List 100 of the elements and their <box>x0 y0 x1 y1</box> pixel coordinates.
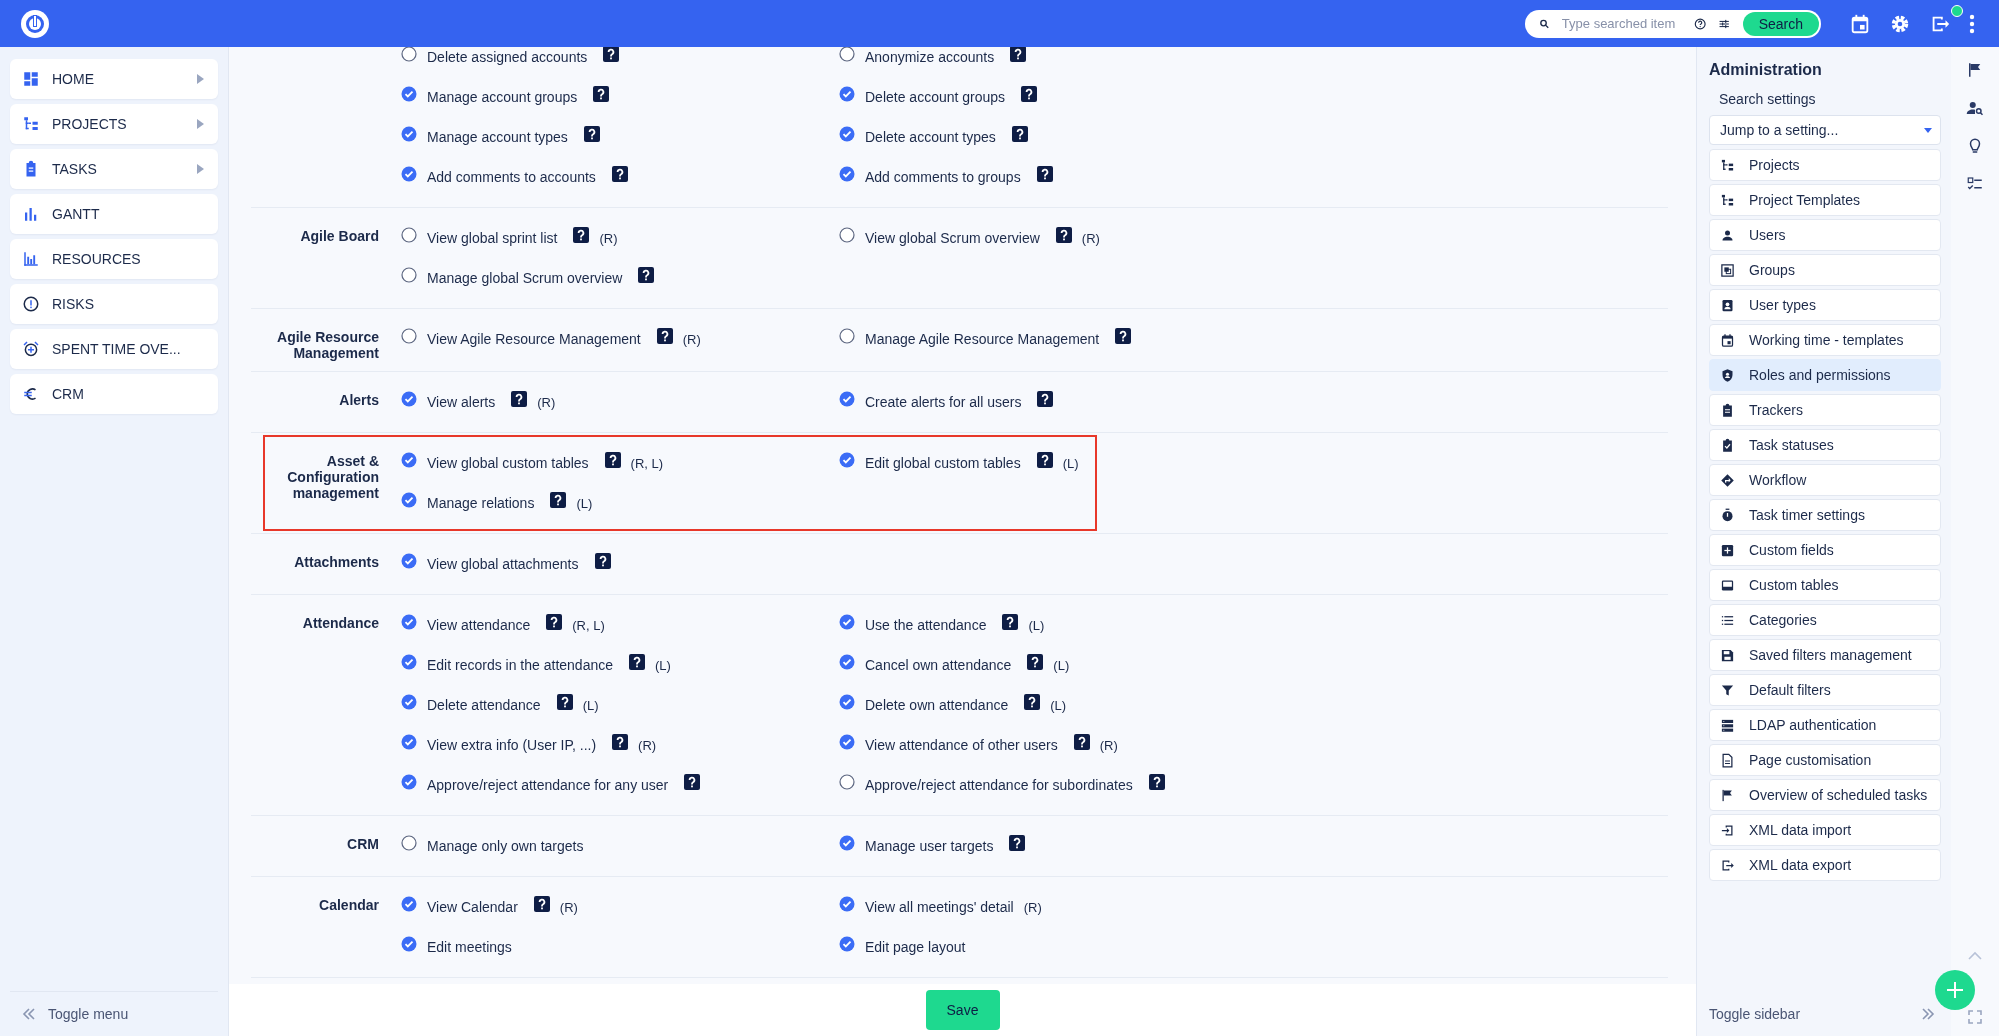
help-icon[interactable] <box>1027 654 1044 670</box>
settings-item[interactable]: Custom fields <box>1709 534 1941 566</box>
checkbox[interactable] <box>401 896 417 912</box>
help-icon[interactable] <box>583 126 600 142</box>
help-icon[interactable] <box>1002 614 1019 630</box>
checkbox[interactable] <box>839 734 855 750</box>
settings-item[interactable]: Project Templates <box>1709 184 1941 216</box>
checkbox[interactable] <box>839 694 855 710</box>
settings-item[interactable]: Workflow <box>1709 464 1941 496</box>
checkbox[interactable] <box>401 47 417 62</box>
settings-item[interactable]: Projects <box>1709 149 1941 181</box>
search-field[interactable]: Type searched item Search <box>1525 9 1821 38</box>
settings-item[interactable]: Saved filters management <box>1709 639 1941 671</box>
help-icon[interactable] <box>1036 452 1053 468</box>
settings-item[interactable]: Default filters <box>1709 674 1941 706</box>
help-icon[interactable] <box>1148 774 1165 790</box>
checkbox[interactable] <box>401 774 417 790</box>
checkbox[interactable] <box>839 835 855 851</box>
settings-item[interactable]: Task statuses <box>1709 429 1941 461</box>
checkbox[interactable] <box>401 86 417 102</box>
checkbox[interactable] <box>839 86 855 102</box>
help-icon[interactable] <box>1021 86 1038 102</box>
help-icon[interactable] <box>1115 328 1132 344</box>
help-icon[interactable] <box>1037 391 1054 407</box>
checkbox[interactable] <box>839 896 855 912</box>
jump-dropdown[interactable]: Jump to a setting... <box>1709 115 1941 145</box>
help-icon[interactable] <box>638 267 655 283</box>
help-icon[interactable] <box>1036 166 1053 182</box>
help-icon[interactable] <box>546 614 563 630</box>
checkbox[interactable] <box>401 694 417 710</box>
settings-item[interactable]: Categories <box>1709 604 1941 636</box>
checkbox[interactable] <box>401 734 417 750</box>
help-icon[interactable] <box>556 694 573 710</box>
toggle-sidebar-button[interactable]: Toggle sidebar <box>1709 1006 1801 1022</box>
help-icon[interactable] <box>1024 694 1041 710</box>
settings-item[interactable]: XML data export <box>1709 849 1941 881</box>
toggle-menu-button[interactable]: Toggle menu <box>10 991 218 1036</box>
checkbox[interactable] <box>401 492 417 508</box>
nav-item[interactable]: SPENT TIME OVE... <box>10 329 218 369</box>
settings-item[interactable]: Users <box>1709 219 1941 251</box>
nav-item[interactable]: PROJECTS <box>10 104 218 144</box>
help-icon[interactable] <box>656 328 673 344</box>
logo-icon[interactable] <box>20 8 50 39</box>
checkbox[interactable] <box>839 166 855 182</box>
checkbox[interactable] <box>401 328 417 344</box>
checkbox[interactable] <box>839 47 855 62</box>
settings-item[interactable]: Overview of scheduled tasks <box>1709 779 1941 811</box>
settings-item[interactable]: Groups <box>1709 254 1941 286</box>
checkbox[interactable] <box>401 227 417 243</box>
checkbox[interactable] <box>839 936 855 952</box>
checkbox[interactable] <box>401 835 417 851</box>
settings-item[interactable]: Page customisation <box>1709 744 1941 776</box>
checkbox[interactable] <box>401 654 417 670</box>
checkbox[interactable] <box>401 614 417 630</box>
save-button[interactable]: Save <box>925 990 1000 1030</box>
help-icon[interactable] <box>604 452 621 468</box>
help-icon[interactable] <box>1010 47 1027 62</box>
help-icon[interactable] <box>593 86 610 102</box>
calendar-icon[interactable] <box>1849 12 1871 35</box>
settings-item[interactable]: Working time - templates <box>1709 324 1941 356</box>
help-icon[interactable] <box>1009 835 1026 851</box>
help-icon[interactable] <box>1693 15 1707 32</box>
checkbox[interactable] <box>839 391 855 407</box>
nav-item[interactable]: TASKS <box>10 149 218 189</box>
person-search-icon[interactable] <box>1966 99 1984 117</box>
checkbox[interactable] <box>401 267 417 283</box>
settings-item[interactable]: Task timer settings <box>1709 499 1941 531</box>
double-chevron-icon[interactable] <box>1921 1008 1935 1020</box>
settings-item[interactable]: User types <box>1709 289 1941 321</box>
checkbox[interactable] <box>839 614 855 630</box>
help-icon[interactable] <box>1011 126 1028 142</box>
help-icon[interactable] <box>511 391 528 407</box>
checkbox[interactable] <box>839 328 855 344</box>
checkbox[interactable] <box>839 654 855 670</box>
nav-item[interactable]: HOME <box>10 59 218 99</box>
help-icon[interactable] <box>611 166 628 182</box>
checkbox[interactable] <box>401 166 417 182</box>
help-icon[interactable] <box>1055 227 1072 243</box>
help-icon[interactable] <box>1073 734 1090 750</box>
more-icon[interactable] <box>1969 13 1975 34</box>
settings-item[interactable]: Roles and permissions <box>1709 359 1941 391</box>
checkbox[interactable] <box>401 936 417 952</box>
settings-item[interactable]: XML data import <box>1709 814 1941 846</box>
help-icon[interactable] <box>603 47 620 62</box>
checkbox[interactable] <box>401 391 417 407</box>
checkbox[interactable] <box>839 126 855 142</box>
help-icon[interactable] <box>612 734 629 750</box>
help-icon[interactable] <box>684 774 701 790</box>
help-icon[interactable] <box>533 896 550 912</box>
checkbox[interactable] <box>839 227 855 243</box>
nav-item[interactable]: CRM <box>10 374 218 414</box>
checkbox[interactable] <box>839 452 855 468</box>
help-icon[interactable] <box>550 492 567 508</box>
nav-item[interactable]: RESOURCES <box>10 239 218 279</box>
help-icon[interactable] <box>629 654 645 670</box>
settings-item[interactable]: Trackers <box>1709 394 1941 426</box>
nav-item[interactable]: RISKS <box>10 284 218 324</box>
settings-item[interactable]: LDAP authentication <box>1709 709 1941 741</box>
help-icon[interactable] <box>594 553 611 569</box>
checkbox[interactable] <box>839 774 855 790</box>
